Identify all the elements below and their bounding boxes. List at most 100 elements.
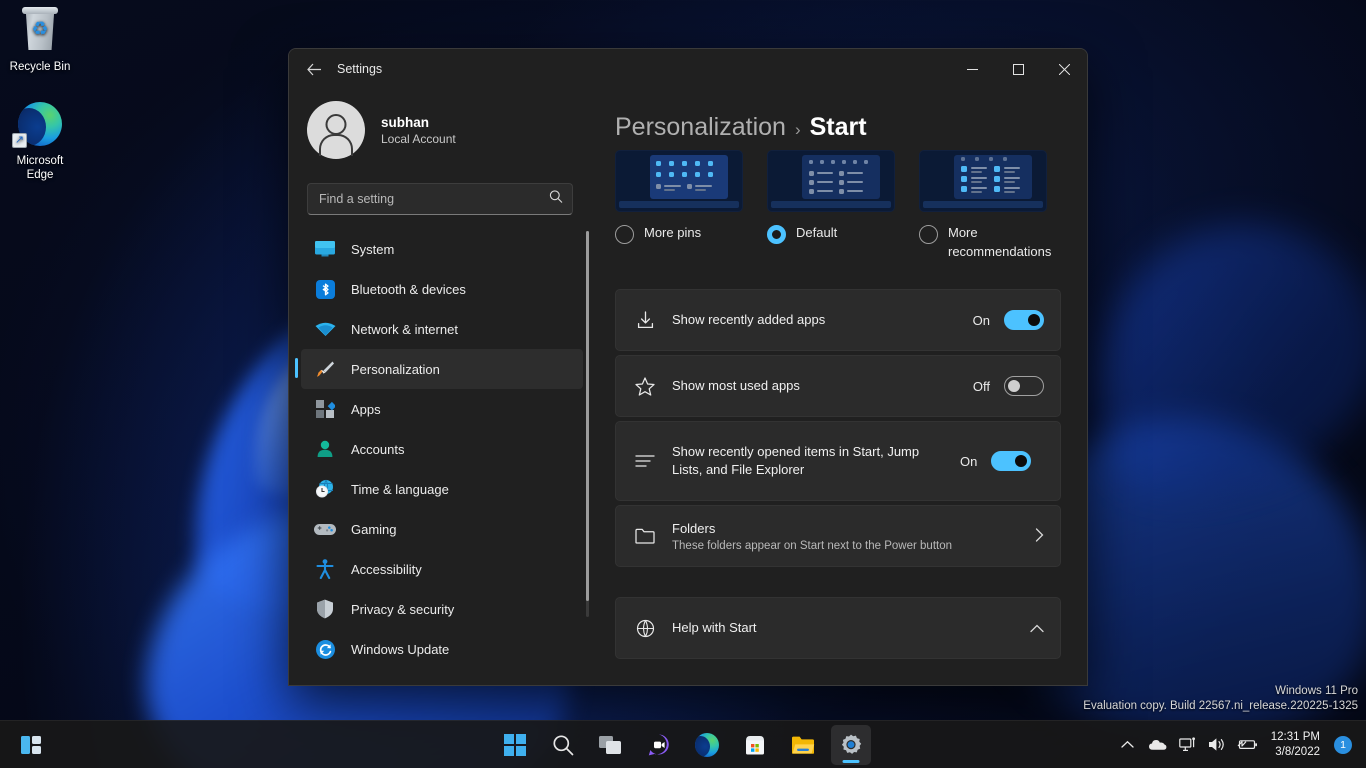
desktop-icon-label-line2: Edge bbox=[26, 169, 54, 181]
task-view-button[interactable] bbox=[591, 725, 631, 765]
layout-thumbnail-default[interactable] bbox=[767, 150, 895, 212]
sidebar-item-label: System bbox=[351, 241, 395, 257]
onedrive-button[interactable] bbox=[1147, 730, 1169, 760]
sidebar-scrollbar-thumb[interactable] bbox=[586, 231, 589, 601]
avatar bbox=[307, 101, 365, 159]
sidebar-item-personalization[interactable]: Personalization bbox=[295, 349, 583, 389]
sidebar-item-windows-update[interactable]: Windows Update bbox=[301, 629, 583, 669]
taskbar: 12:31 PM 3/8/2022 1 bbox=[0, 720, 1366, 768]
store-button[interactable] bbox=[735, 725, 775, 765]
globe-help-icon bbox=[630, 619, 660, 638]
sidebar-item-time-language[interactable]: Time & language bbox=[301, 469, 583, 509]
layout-option-default[interactable]: Default bbox=[767, 150, 895, 261]
chevron-up-icon[interactable] bbox=[1030, 621, 1044, 636]
sidebar-item-label: Personalization bbox=[351, 361, 440, 377]
privacy-security-icon bbox=[311, 598, 339, 620]
breadcrumb: Personalization › Start bbox=[615, 89, 1061, 156]
user-profile[interactable]: subhan Local Account bbox=[289, 89, 591, 165]
start-button[interactable] bbox=[495, 725, 535, 765]
radio-more-pins[interactable] bbox=[615, 225, 634, 244]
maximize-button[interactable] bbox=[995, 49, 1041, 89]
setting-row-folders[interactable]: Folders These folders appear on Start ne… bbox=[615, 505, 1061, 567]
sidebar-item-label: Accounts bbox=[351, 441, 405, 457]
sidebar-item-label: Gaming bbox=[351, 521, 397, 537]
show-hidden-icons-button[interactable] bbox=[1117, 730, 1139, 760]
windows-update-icon bbox=[311, 638, 339, 660]
desktop-icon-label-line1: Microsoft bbox=[16, 155, 64, 167]
toggle-show-most-used-apps[interactable] bbox=[1004, 376, 1044, 396]
radio-default[interactable] bbox=[767, 225, 786, 244]
minimize-button[interactable] bbox=[949, 49, 995, 89]
network-icon bbox=[311, 318, 339, 340]
edge-button[interactable] bbox=[687, 725, 727, 765]
setting-row-help-with-start[interactable]: Help with Start bbox=[615, 597, 1061, 659]
volume-button[interactable] bbox=[1207, 730, 1229, 760]
cloud-icon bbox=[1149, 740, 1167, 750]
sidebar-item-accounts[interactable]: Accounts bbox=[301, 429, 583, 469]
arrow-left-icon bbox=[306, 63, 321, 75]
chevron-up-icon bbox=[1121, 740, 1134, 748]
sidebar-item-network-internet[interactable]: Network & internet bbox=[301, 309, 583, 349]
apps-icon bbox=[311, 398, 339, 420]
close-button[interactable] bbox=[1041, 49, 1087, 89]
radio-more-recommendations[interactable] bbox=[919, 225, 938, 244]
microsoft-edge-icon: ↗ bbox=[2, 100, 78, 150]
settings-button[interactable] bbox=[831, 724, 871, 765]
window-controls bbox=[949, 49, 1087, 89]
layout-option-more-recommendations[interactable]: More recommendations bbox=[919, 150, 1052, 261]
chevron-right-icon[interactable] bbox=[1035, 527, 1044, 545]
sidebar-item-gaming[interactable]: Gaming bbox=[301, 509, 583, 549]
back-button[interactable] bbox=[297, 54, 331, 84]
file-explorer-button[interactable] bbox=[783, 725, 823, 765]
layout-thumbnail-more-recommendations[interactable] bbox=[919, 150, 1047, 212]
breadcrumb-parent[interactable]: Personalization bbox=[615, 113, 786, 142]
setting-row-show-recently-opened-items[interactable]: Show recently opened items in Start, Jum… bbox=[615, 421, 1061, 501]
network-button[interactable] bbox=[1177, 730, 1199, 760]
toggle-show-recently-added-apps[interactable] bbox=[1004, 310, 1044, 330]
settings-main-content: Personalization › Start More pins Defaul… bbox=[591, 89, 1087, 685]
clock[interactable]: 12:31 PM 3/8/2022 bbox=[1271, 730, 1320, 760]
download-icon bbox=[630, 310, 660, 330]
setting-row-show-recently-added-apps[interactable]: Show recently added apps On bbox=[615, 289, 1061, 351]
toggle-state-label: Off bbox=[972, 378, 990, 394]
windows-start-icon bbox=[504, 733, 526, 756]
sidebar-item-apps[interactable]: Apps bbox=[301, 389, 583, 429]
system-tray: 12:31 PM 3/8/2022 1 bbox=[1117, 721, 1366, 768]
accounts-icon bbox=[311, 438, 339, 460]
chat-teams-icon bbox=[648, 734, 669, 755]
sidebar-item-bluetooth-devices[interactable]: Bluetooth & devices bbox=[301, 269, 583, 309]
search-input[interactable] bbox=[308, 192, 572, 206]
widgets-button[interactable] bbox=[11, 725, 51, 765]
layout-option-label: More pins bbox=[644, 225, 702, 240]
sidebar-item-system[interactable]: System bbox=[301, 229, 583, 269]
ethernet-icon bbox=[1178, 736, 1195, 751]
toggle-state-label: On bbox=[960, 453, 978, 469]
desktop-icon-recycle-bin[interactable]: ♻ Recycle Bin bbox=[2, 6, 78, 74]
sidebar-item-accessibility[interactable]: Accessibility bbox=[301, 549, 583, 589]
minimize-icon bbox=[966, 68, 978, 70]
battery-button[interactable] bbox=[1237, 730, 1259, 760]
notification-badge[interactable]: 1 bbox=[1334, 735, 1352, 754]
setting-row-show-most-used-apps[interactable]: Show most used apps Off bbox=[615, 355, 1061, 417]
setting-row-title: Show recently opened items in Start, Jum… bbox=[672, 443, 920, 478]
desktop-icon-microsoft-edge[interactable]: ↗ Microsoft Edge bbox=[2, 100, 78, 182]
chat-button[interactable] bbox=[639, 725, 679, 765]
layout-thumbnail-more-pins[interactable] bbox=[615, 150, 743, 212]
start-layout-picker: More pins Default More recommendations bbox=[615, 150, 1061, 261]
settings-sidebar: subhan Local Account Find a setting Syst… bbox=[289, 89, 591, 685]
setting-row-subtitle: These folders appear on Start next to th… bbox=[672, 540, 953, 553]
watermark-line-1: Windows 11 Pro bbox=[1275, 685, 1358, 697]
sidebar-item-label: Privacy & security bbox=[351, 601, 455, 617]
layout-option-more-pins[interactable]: More pins bbox=[615, 150, 743, 261]
sidebar-scrollbar[interactable] bbox=[586, 231, 589, 617]
search-button[interactable] bbox=[543, 725, 583, 765]
layout-option-label: More recommendations bbox=[948, 225, 1052, 259]
sidebar-item-privacy-security[interactable]: Privacy & security bbox=[301, 589, 583, 629]
close-icon bbox=[1058, 63, 1070, 75]
maximize-icon bbox=[1012, 63, 1024, 75]
toggle-show-recently-opened-items[interactable] bbox=[991, 451, 1032, 471]
desktop-icon-label: Recycle Bin bbox=[9, 61, 71, 73]
clock-time: 12:31 PM bbox=[1270, 730, 1320, 743]
search-box[interactable] bbox=[307, 183, 573, 215]
window-titlebar: Settings bbox=[289, 49, 1087, 89]
